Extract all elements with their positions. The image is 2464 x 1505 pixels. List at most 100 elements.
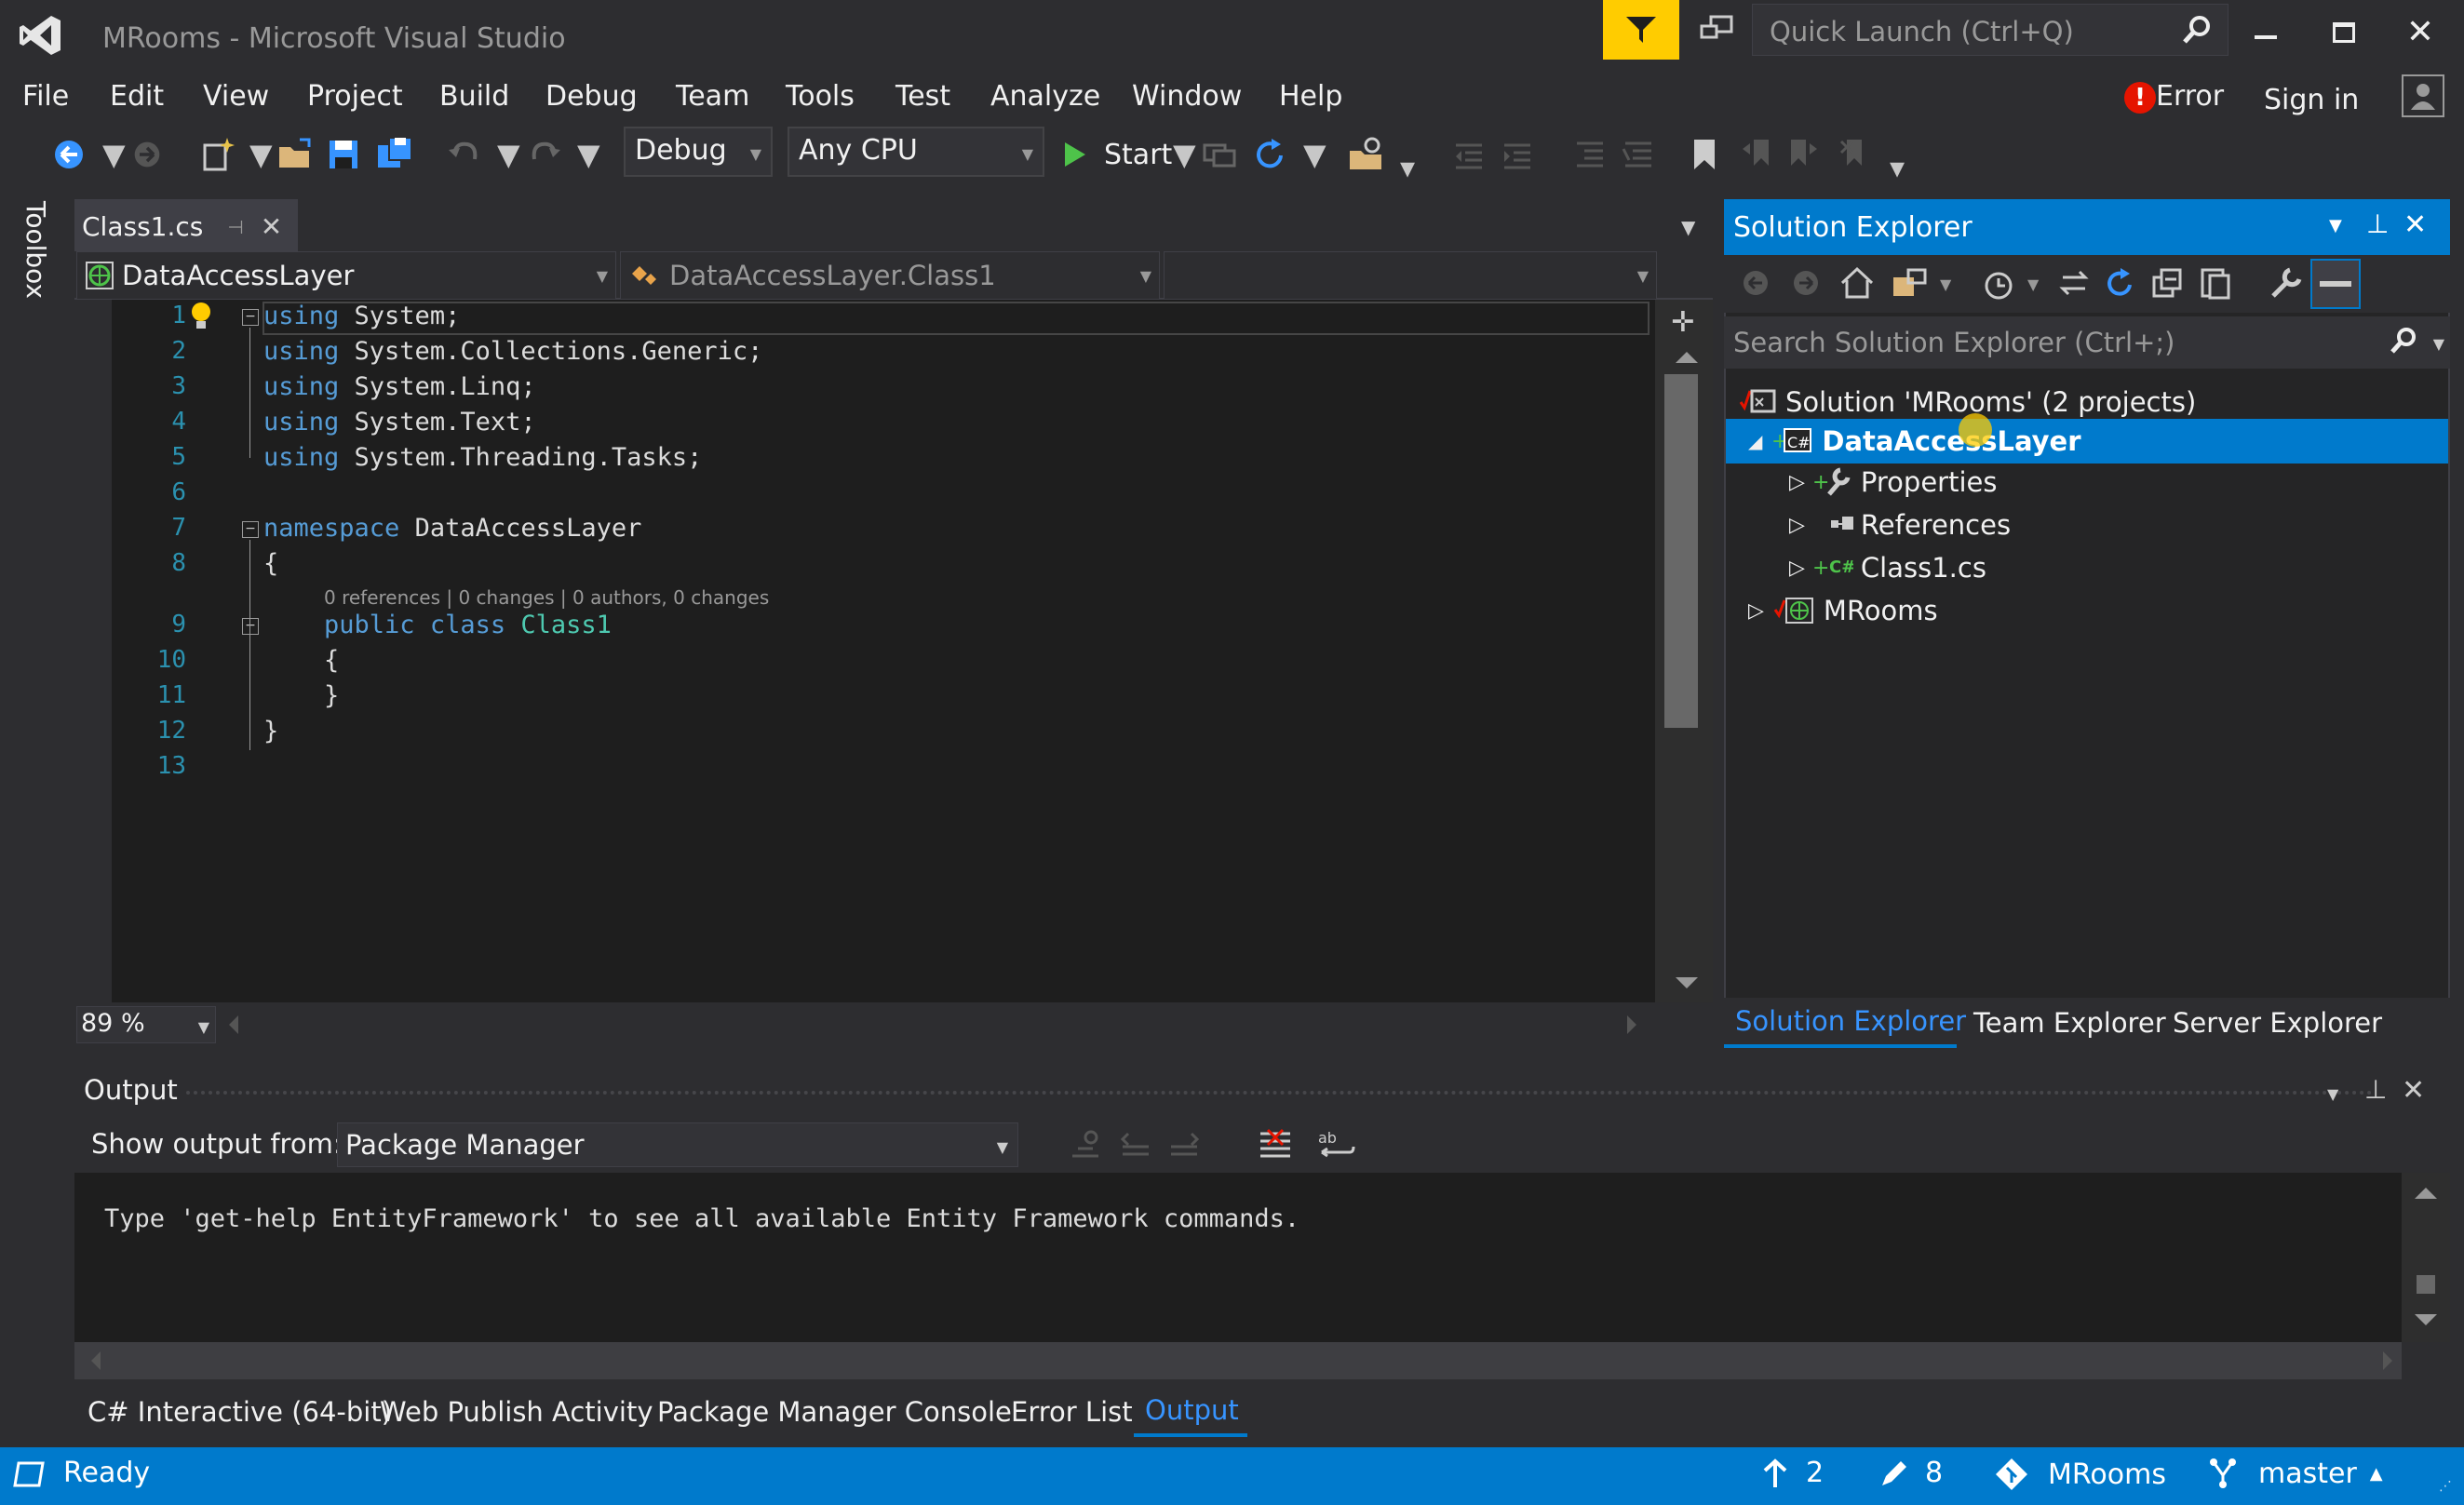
scroll-thumb[interactable] (1664, 374, 1698, 728)
output-horizontal-scrollbar[interactable] (74, 1342, 2402, 1379)
maximize-button[interactable] (2333, 22, 2355, 43)
se-switch-views-dropdown-icon[interactable]: ▼ (1940, 275, 1951, 293)
save-all-icon[interactable] (376, 134, 413, 175)
resize-grip-icon[interactable]: ⋰ (2439, 1479, 2452, 1494)
se-search-options-icon[interactable]: ▼ (2433, 335, 2444, 353)
tree-class1-file[interactable]: ▷ + C# Class1.cs (1789, 547, 1986, 588)
output-close-icon[interactable]: ✕ (2402, 1074, 2425, 1107)
collapse-namespace-icon[interactable]: − (242, 521, 259, 538)
tree-project-dataaccesslayer[interactable]: ◢ + C# DataAccessLayer (1748, 421, 2081, 462)
se-preview-selected-icon[interactable] (2310, 259, 2361, 309)
se-show-all-files-icon[interactable] (2199, 266, 2232, 300)
se-properties-icon[interactable] (2269, 266, 2303, 300)
panel-pin-icon[interactable]: ⊥ (2366, 208, 2389, 239)
minimize-button[interactable] (2255, 35, 2277, 39)
se-back-icon[interactable] (1741, 268, 1771, 298)
indent-increase-icon[interactable] (1501, 134, 1534, 175)
member-nav-select[interactable]: ▼ (1164, 251, 1657, 300)
output-text-area[interactable]: Type 'get-help EntityFramework' to see a… (74, 1173, 2402, 1342)
menu-edit[interactable]: Edit (110, 80, 164, 113)
menu-help[interactable]: Help (1279, 80, 1342, 113)
quick-launch-input[interactable]: Quick Launch (Ctrl+Q) (1770, 16, 2074, 47)
find-in-files-icon[interactable] (1348, 134, 1385, 175)
se-search-input[interactable]: Search Solution Explorer (Ctrl+;) (1733, 327, 2175, 358)
configuration-select[interactable]: Debug ▼ (624, 127, 773, 177)
output-options-dropdown-icon[interactable]: ▼ (2327, 1085, 2338, 1103)
se-home-icon[interactable] (1839, 266, 1875, 300)
tab-web-publish-activity[interactable]: Web Publish Activity (380, 1396, 653, 1428)
sign-in-link[interactable]: Sign in (2264, 84, 2359, 116)
output-hscroll-right-icon[interactable] (2383, 1351, 2392, 1370)
account-avatar[interactable] (2402, 74, 2444, 117)
lightbulb-icon[interactable] (186, 300, 216, 333)
se-refresh-icon[interactable] (2104, 266, 2137, 300)
collapsed-arrow-icon[interactable]: ▷ (1748, 599, 1764, 623)
output-scroll-thumb[interactable] (2417, 1275, 2435, 1294)
undo-icon[interactable] (447, 134, 482, 175)
tab-package-manager-console[interactable]: Package Manager Console (657, 1396, 1012, 1428)
live-share-icon[interactable] (1694, 11, 1739, 48)
output-scroll-up-icon[interactable] (2415, 1188, 2437, 1199)
status-pending-edits[interactable]: 8 (1878, 1457, 1943, 1489)
se-switch-views-icon[interactable] (1892, 266, 1929, 300)
quick-launch[interactable]: Quick Launch (Ctrl+Q) (1752, 4, 2228, 56)
toolbar-overflow-2-icon[interactable]: ▾ (1890, 147, 1905, 188)
bookmark-icon[interactable] (1690, 134, 1718, 175)
expanded-arrow-icon[interactable]: ◢ (1748, 430, 1762, 452)
scroll-down-icon[interactable] (1676, 977, 1698, 988)
prev-bookmark-icon[interactable] (1741, 134, 1772, 175)
project-nav-select[interactable]: DataAccessLayer ▼ (76, 251, 616, 300)
error-label[interactable]: Error (2156, 80, 2224, 113)
se-pending-dropdown-icon[interactable]: ▼ (2027, 275, 2039, 293)
tab-list-dropdown-icon[interactable]: ▼ (1681, 216, 1695, 238)
menu-project[interactable]: Project (307, 80, 403, 113)
forward-icon[interactable] (132, 134, 162, 175)
search-icon[interactable] (2181, 14, 2213, 46)
tab-output-active[interactable]: Output (1134, 1385, 1247, 1437)
se-collapse-all-icon[interactable] (2150, 266, 2184, 300)
uncomment-icon[interactable] (1622, 134, 1655, 175)
collapsed-arrow-icon[interactable]: ▷ (1789, 471, 1805, 494)
indent-decrease-icon[interactable] (1452, 134, 1486, 175)
menu-team[interactable]: Team (676, 80, 749, 113)
clear-bookmarks-icon[interactable] (1839, 134, 1871, 175)
output-source-select[interactable]: Package Manager ▼ (337, 1122, 1018, 1167)
output-scroll-down-icon[interactable] (2415, 1314, 2437, 1325)
branch-menu-icon[interactable]: ▲ (2370, 1464, 2383, 1484)
refresh-icon[interactable] (1253, 134, 1288, 175)
tab-solution-explorer[interactable]: Solution Explorer (1735, 1005, 1966, 1037)
toolbar-overflow-icon[interactable]: ▾ (1400, 147, 1415, 188)
class-nav-select[interactable]: DataAccessLayer.Class1 ▼ (620, 251, 1160, 300)
solution-explorer-search[interactable]: Search Solution Explorer (Ctrl+;) ▼ (1724, 316, 2450, 369)
tree-properties[interactable]: ▷ + Properties (1789, 462, 1997, 503)
se-pending-changes-icon[interactable] (1981, 266, 2016, 302)
zoom-select[interactable]: 89 % ▼ (76, 1006, 216, 1043)
split-window-icon[interactable]: ✛ (1664, 305, 1702, 339)
find-message-icon[interactable] (1069, 1128, 1102, 1162)
tree-references[interactable]: ▷ References (1789, 504, 2011, 545)
codelens-info[interactable]: 0 references | 0 changes | 0 authors, 0 … (324, 586, 769, 609)
menu-analyze[interactable]: Analyze (990, 80, 1100, 113)
menu-build[interactable]: Build (439, 80, 509, 113)
tab-class1-cs[interactable]: Class1.cs ⊣ ✕ (74, 199, 298, 251)
menu-view[interactable]: View (203, 80, 269, 113)
close-tab-icon[interactable]: ✕ (261, 211, 282, 242)
debug-target-icon[interactable] (1203, 134, 1236, 175)
panel-options-dropdown-icon[interactable]: ▼ (2329, 216, 2342, 235)
output-vertical-scrollbar[interactable] (2402, 1173, 2450, 1342)
editor-vertical-scrollbar[interactable]: ✛ (1655, 300, 1713, 1002)
redo-dropdown-icon[interactable]: ▼ (577, 134, 600, 175)
error-icon[interactable]: ! (2124, 82, 2156, 114)
close-button[interactable]: ✕ (2403, 13, 2437, 51)
word-wrap-icon[interactable]: ab (1316, 1126, 1357, 1163)
clear-all-icon[interactable] (1257, 1126, 1294, 1163)
comment-icon[interactable] (1573, 134, 1607, 175)
feedback-icon[interactable] (1603, 0, 1679, 60)
scroll-up-icon[interactable] (1676, 352, 1698, 363)
collapsed-arrow-icon[interactable]: ▷ (1789, 514, 1805, 537)
tab-error-list[interactable]: Error List (1011, 1396, 1133, 1428)
platform-select[interactable]: Any CPU ▼ (788, 127, 1044, 177)
refresh-dropdown-icon[interactable]: ▼ (1303, 134, 1326, 175)
tree-project-mrooms[interactable]: ▷ MRooms (1748, 590, 1938, 631)
prev-message-icon[interactable] (1119, 1128, 1152, 1162)
